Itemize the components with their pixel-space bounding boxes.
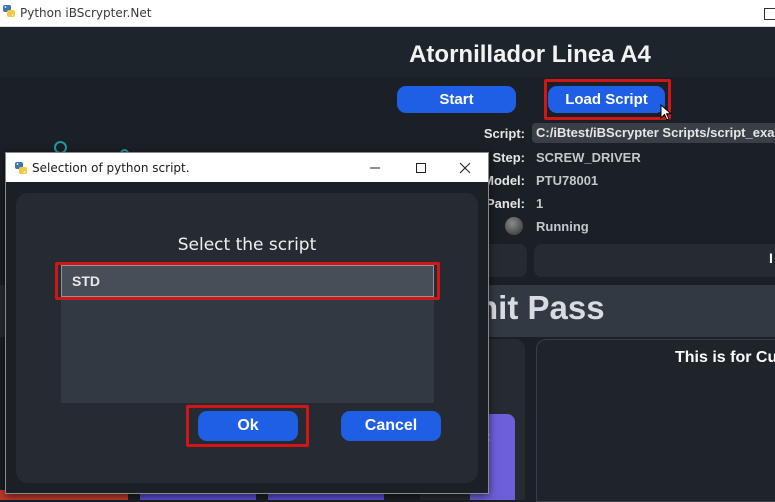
- row-panel-right: [534, 244, 775, 277]
- pass-banner-text: nit Pass: [478, 289, 605, 326]
- status-indicator: [505, 217, 523, 235]
- window-title: Python iBScrypter.Net: [20, 6, 152, 20]
- close-icon[interactable]: [442, 153, 488, 182]
- info-panel-text: This is for Cu: [675, 349, 775, 366]
- script-label: Script:: [483, 126, 525, 141]
- minimize-icon[interactable]: [352, 153, 398, 182]
- panel-value: 1: [536, 196, 544, 211]
- script-path-value: C:/iBtest/iBScrypter Scripts/script_exa: [532, 123, 775, 143]
- maximize-icon[interactable]: [398, 153, 444, 182]
- panel-label: Panel:: [485, 196, 525, 211]
- dialog-title: Selection of python script.: [32, 160, 190, 175]
- ok-button[interactable]: Ok: [198, 411, 298, 441]
- python-icon: [14, 161, 28, 175]
- dialog-titlebar: Selection of python script.: [6, 153, 488, 182]
- cancel-button[interactable]: Cancel: [341, 411, 441, 441]
- step-label: Step:: [492, 150, 526, 165]
- list-item-highlight: [55, 262, 440, 300]
- dialog-heading: Select the script: [177, 235, 317, 255]
- load-script-button[interactable]: Load Script: [548, 86, 665, 113]
- step-value: SCREW_DRIVER: [536, 150, 641, 165]
- model-label: Model:: [483, 173, 525, 188]
- app-title: Atornillador Linea A4: [409, 41, 651, 68]
- start-button[interactable]: Start: [397, 86, 516, 113]
- maximize-icon[interactable]: [764, 8, 775, 20]
- python-icon: [2, 4, 16, 23]
- model-value: PTU78001: [536, 173, 599, 188]
- select-script-dialog: Selection of python script. Select the s…: [5, 152, 489, 494]
- dialog-body: Select the script STD Ok Cancel: [16, 193, 478, 483]
- row-panel-text-fragment: I: [769, 250, 773, 266]
- status-value: Running: [536, 219, 589, 234]
- window-titlebar: Python iBScrypter.Net: [0, 0, 775, 27]
